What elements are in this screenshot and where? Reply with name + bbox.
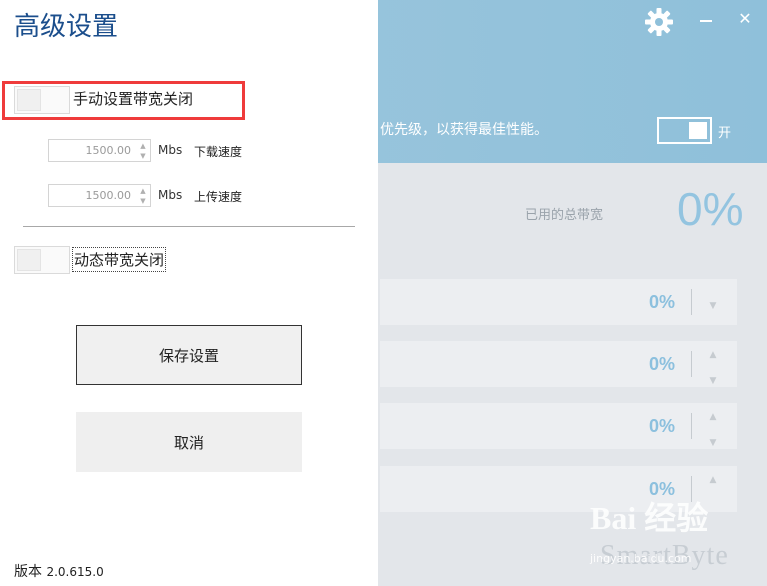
priority-description: 优先级，以获得最佳性能。 (380, 122, 548, 138)
row-divider (691, 289, 692, 315)
manual-bandwidth-label: 手动设置带宽关闭 (73, 90, 194, 108)
app-row: 0% ▼ (380, 279, 737, 325)
page-title: 高级设置 (14, 12, 119, 42)
upload-speed-stepper[interactable]: ▲▼ (48, 184, 151, 207)
save-settings-button[interactable]: 保存设置 (76, 325, 302, 385)
upload-speed-input[interactable] (49, 185, 135, 206)
row-divider (691, 413, 692, 439)
cancel-button[interactable]: 取消 (76, 412, 302, 472)
app-row: 0% ▲ ▼ (380, 341, 737, 387)
chevron-down-icon[interactable]: ▼ (703, 287, 723, 317)
dynamic-bandwidth-label: 动态带宽关闭 (72, 247, 167, 272)
row-value: 0% (648, 416, 675, 436)
download-speed-label: 下载速度 (194, 145, 243, 159)
upload-unit: Mbs (158, 188, 183, 202)
toggle-knob (689, 122, 707, 139)
download-speed-stepper[interactable]: ▲▼ (48, 139, 151, 162)
version-info: 版本 2.0.615.0 (14, 561, 104, 581)
total-bandwidth-value: 0% (677, 183, 744, 235)
divider (23, 226, 355, 227)
row-divider (691, 351, 692, 377)
toggle-knob (17, 89, 41, 111)
download-speed-input[interactable] (49, 140, 135, 161)
dynamic-bandwidth-toggle[interactable] (14, 246, 70, 274)
watermark: Bai 经验 (590, 500, 709, 536)
download-unit: Mbs (158, 143, 183, 157)
version-number: 2.0.615.0 (46, 565, 104, 579)
manual-bandwidth-toggle[interactable] (14, 86, 70, 114)
upload-speed-label: 上传速度 (194, 190, 243, 204)
stepper-arrows-icon[interactable]: ▲ ▼ (138, 141, 148, 161)
app-row: 0% ▲ ▼ (380, 403, 737, 449)
up-down-arrows-icon[interactable]: ▲ ▼ (703, 349, 723, 386)
toggle-knob (17, 249, 41, 271)
priority-toggle-label: 开 (718, 126, 732, 141)
up-down-arrows-icon[interactable]: ▲ ▼ (703, 411, 723, 448)
advanced-settings-panel: 高级设置 手动设置带宽关闭 ▲▼ Mbs 下载速度 ▲▼ Mbs 上传速度 动态… (0, 0, 378, 586)
row-value: 0% (648, 354, 675, 374)
watermark-url: jingyan.baidu.com (590, 552, 692, 565)
row-value: 0% (648, 292, 675, 312)
priority-toggle[interactable] (657, 117, 712, 144)
gear-icon[interactable] (643, 6, 675, 38)
version-label: 版本 (14, 564, 42, 580)
close-icon[interactable]: ✕ (738, 11, 752, 27)
stepper-arrows-icon[interactable]: ▲ ▼ (138, 186, 148, 206)
minimize-icon[interactable] (700, 20, 712, 22)
total-bandwidth-label: 已用的总带宽 (525, 208, 604, 223)
